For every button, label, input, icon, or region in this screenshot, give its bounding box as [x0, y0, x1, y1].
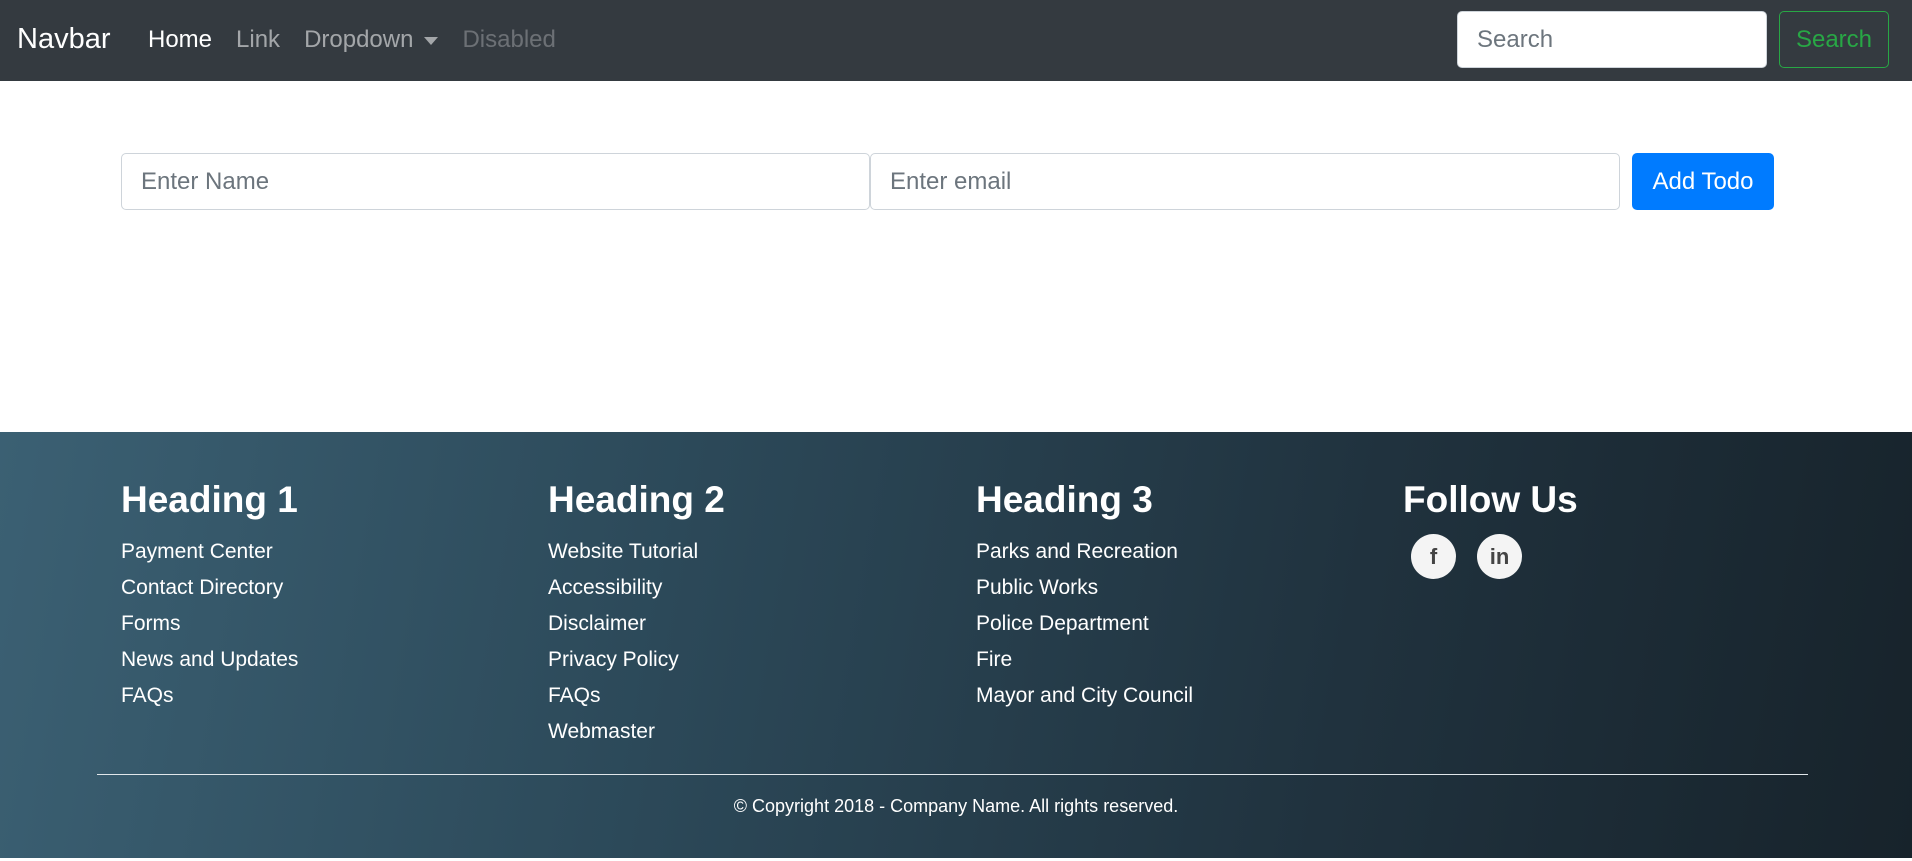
linkedin-icon[interactable]: in	[1477, 534, 1522, 579]
nav-link-disabled: Disabled	[462, 26, 556, 53]
footer-divider	[97, 774, 1808, 775]
copyright-text: © Copyright 2018 - Company Name. All rig…	[733, 796, 1179, 816]
footer: Heading 1 Payment Center Contact Directo…	[0, 432, 1912, 858]
footer-link[interactable]: Fire	[976, 642, 1193, 678]
footer-link[interactable]: Disclaimer	[548, 606, 725, 642]
footer-link[interactable]: Public Works	[976, 570, 1193, 606]
footer-heading-2: Heading 2	[548, 479, 725, 520]
footer-link[interactable]: Payment Center	[121, 534, 298, 570]
footer-column-3: Heading 3 Parks and Recreation Public Wo…	[976, 476, 1193, 714]
footer-link[interactable]: Parks and Recreation	[976, 534, 1193, 570]
nav-link-dropdown[interactable]: Dropdown	[304, 20, 439, 60]
follow-us-heading: Follow Us	[1403, 479, 1578, 520]
footer-heading-1: Heading 1	[121, 479, 298, 520]
email-input[interactable]	[870, 153, 1620, 210]
nav-links: Home Link Dropdown Disabled	[148, 20, 580, 60]
footer-link[interactable]: Police Department	[976, 606, 1193, 642]
footer-link[interactable]: News and Updates	[121, 642, 298, 678]
footer-column-2: Heading 2 Website Tutorial Accessibility…	[548, 476, 725, 750]
footer-list-2: Website Tutorial Accessibility Disclaime…	[548, 534, 725, 750]
nav-link-home[interactable]: Home	[148, 20, 212, 60]
name-input[interactable]	[121, 153, 870, 210]
caret-down-icon	[424, 37, 439, 45]
footer-link[interactable]: Website Tutorial	[548, 534, 725, 570]
footer-link[interactable]: Contact Directory	[121, 570, 298, 606]
footer-link[interactable]: Accessibility	[548, 570, 725, 606]
navbar-search-input[interactable]	[1457, 11, 1767, 68]
nav-link-link[interactable]: Link	[236, 20, 280, 60]
footer-link[interactable]: Mayor and City Council	[976, 678, 1193, 714]
footer-link[interactable]: Privacy Policy	[548, 642, 725, 678]
footer-link[interactable]: Forms	[121, 606, 298, 642]
navbar-search-button[interactable]: Search	[1779, 11, 1889, 68]
footer-link[interactable]: FAQs	[121, 678, 298, 714]
social-icons: f in	[1411, 534, 1578, 579]
navbar-brand[interactable]: Navbar	[17, 19, 111, 59]
add-todo-button[interactable]: Add Todo	[1632, 153, 1774, 210]
footer-column-1: Heading 1 Payment Center Contact Directo…	[121, 476, 298, 714]
nav-link-dropdown-label: Dropdown	[304, 26, 414, 53]
facebook-icon[interactable]: f	[1411, 534, 1456, 579]
footer-list-3: Parks and Recreation Public Works Police…	[976, 534, 1193, 714]
footer-link[interactable]: Webmaster	[548, 714, 725, 750]
footer-link[interactable]: FAQs	[548, 678, 725, 714]
navbar: Navbar Home Link Dropdown Disabled Searc…	[0, 0, 1912, 81]
footer-column-follow: Follow Us f in	[1403, 476, 1578, 579]
footer-list-1: Payment Center Contact Directory Forms N…	[121, 534, 298, 714]
footer-heading-3: Heading 3	[976, 479, 1153, 520]
